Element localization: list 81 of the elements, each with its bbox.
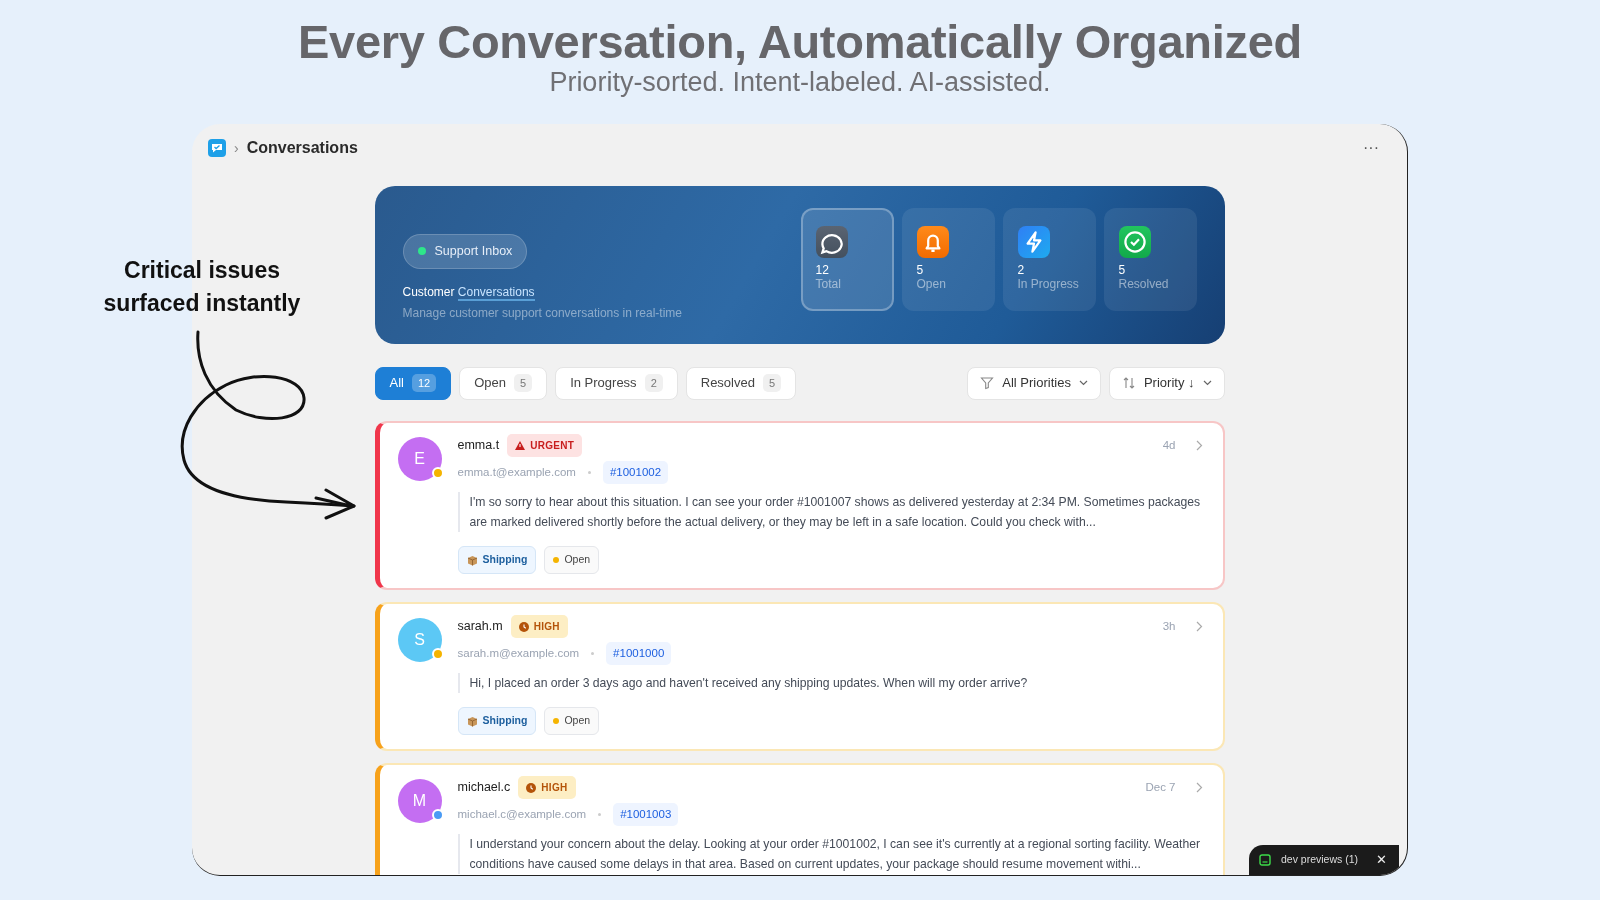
message-preview: I understand your concern about the delay. Looking at your order #1001002, I can see it's currently at a regional sorting facility. Weather conditions have caused some delays in that area. Based on current updates, your package should resume movement withi... (457, 834, 1203, 875)
email-address: emma.t@example.com (457, 465, 576, 480)
status-dot (553, 557, 560, 564)
window-title: Conversations (246, 138, 358, 158)
filter-tab[interactable]: In Progress 2 (555, 366, 678, 400)
chevron-right-icon (1195, 440, 1203, 451)
package-icon (466, 554, 478, 566)
count-badge: 5 (514, 373, 533, 393)
sort-dropdown[interactable]: Priority ↓ (1108, 366, 1225, 400)
bell-icon (916, 226, 949, 258)
stat-label: Resolved (1118, 277, 1170, 293)
avatar: S (397, 618, 442, 662)
filter-tab[interactable]: Open 5 (459, 366, 548, 400)
status-tag: Open (544, 546, 600, 574)
order-number[interactable]: #1001000 (606, 642, 672, 666)
priority-badge: HIGH (510, 615, 568, 638)
timestamp: 3h (1162, 618, 1176, 634)
avatar: M (397, 779, 442, 823)
stat-value: 5 (916, 264, 925, 278)
breadcrumb-separator: › (234, 138, 239, 158)
conversation-card[interactable]: S sarah.m HIGH 3h sarah.m@example.com #1001000 Hi, I placed an order 3 days ago and haven't received any shipping updates. When will my order arrive? Shipping Open (374, 602, 1225, 751)
priority-badge: URGENT (507, 434, 583, 457)
email-address: michael.c@example.com (457, 807, 587, 822)
package-icon (466, 715, 478, 727)
message-preview: Hi, I placed an order 3 days ago and haven't received any shipping updates. When will my order arrive? (457, 673, 1203, 694)
status-tag: Open (544, 707, 600, 735)
intent-tag: Shipping (457, 546, 537, 574)
annotation-text: Critical issues surfaced instantly (102, 256, 302, 318)
filter-tab[interactable]: Resolved 5 (685, 366, 797, 400)
message-preview: I'm so sorry to hear about this situation. I can see your order #1001007 shows as delivered yesterday at 2:34 PM. Sometimes packages are marked delivered shortly before the actual delivery, or they may be left in a safe location. Could you check with... (457, 492, 1203, 533)
stat-label: Open (916, 277, 947, 293)
lightning-icon (1017, 226, 1050, 258)
chevron-right-icon (1195, 782, 1203, 793)
chat-bubble-icon (815, 226, 848, 258)
chevron-right-icon (1195, 621, 1203, 632)
sender-name: michael.c (457, 779, 511, 797)
hero-heading: Customer Conversations (402, 283, 536, 301)
filter-icon (980, 376, 995, 390)
priority-filter-dropdown[interactable]: All Priorities (967, 366, 1101, 400)
status-badge: Support Inbox (402, 234, 528, 269)
email-address: sarah.m@example.com (457, 646, 580, 661)
order-number[interactable]: #1001002 (602, 461, 669, 485)
more-menu-button[interactable]: ··· (1357, 135, 1385, 161)
stat-card[interactable]: 2 In Progress (1002, 208, 1096, 311)
count-badge: 12 (411, 373, 437, 393)
count-badge: 5 (762, 373, 782, 393)
status-dot (553, 718, 560, 725)
conversation-card[interactable] (374, 421, 1225, 590)
filter-tab[interactable]: All 12 (374, 366, 452, 400)
chevron-down-icon (1078, 380, 1088, 386)
sender-name: sarah.m (457, 618, 503, 636)
stat-value: 5 (1118, 264, 1127, 278)
stat-label: In Progress (1017, 277, 1080, 293)
sender-name: emma.t (457, 437, 500, 455)
sort-icon (1121, 376, 1136, 390)
intent-tag: Shipping (457, 707, 537, 735)
hero-description: Manage customer support conversations in real-time (402, 304, 682, 322)
count-badge: 2 (644, 373, 663, 393)
dev-previews-label: dev previews (1) (1280, 852, 1358, 868)
clock-icon (518, 621, 529, 632)
stat-value: 12 (815, 264, 830, 278)
stat-card[interactable]: 5 Open (901, 208, 995, 311)
chevron-down-icon (1202, 380, 1212, 386)
close-button[interactable]: ✕ (1376, 850, 1387, 870)
stat-value: 2 (1017, 264, 1026, 278)
panel-icon (1258, 854, 1271, 866)
timestamp: Dec 7 (1145, 779, 1176, 795)
timestamp: 4d (1162, 437, 1176, 453)
avatar: E (397, 437, 442, 481)
online-dot (417, 247, 426, 256)
subtitle: Priority-sorted. Intent-labeled. AI-assisted. (548, 67, 1051, 98)
conversation-card[interactable] (374, 763, 1225, 875)
warning-icon (515, 441, 526, 450)
order-number[interactable]: #1001003 (613, 803, 679, 827)
stat-card[interactable]: 12 Total (800, 208, 894, 311)
priority-badge: HIGH (518, 776, 576, 799)
stat-card[interactable]: 5 Resolved (1103, 208, 1197, 311)
headline: Every Conversation, Automatically Organized (297, 14, 1303, 68)
chat-check-icon (208, 139, 226, 157)
clock-icon (526, 782, 537, 793)
stat-label: Total (815, 277, 842, 293)
